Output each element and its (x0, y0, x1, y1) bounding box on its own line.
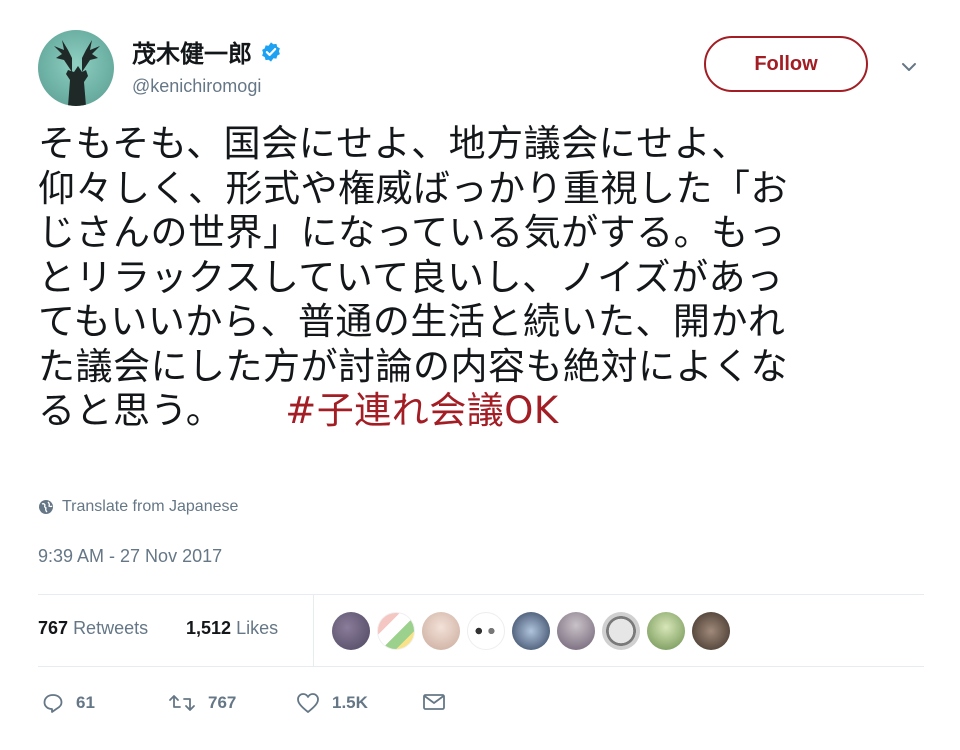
retweets-count: 767 (38, 618, 69, 638)
tweet-text-line: とリラックスしていて良いし、ノイズがあっ (38, 255, 784, 299)
timestamp[interactable]: 9:39 AM - 27 Nov 2017 (38, 546, 222, 567)
name-row: 茂木健一郎 (132, 34, 282, 69)
verified-badge-icon (262, 41, 280, 62)
tweet-text-line: てもいいから、普通の生活と続いた、開かれ (38, 300, 786, 343)
envelope-icon (423, 694, 445, 710)
globe-icon (39, 500, 53, 514)
retweet-count: 767 (208, 693, 237, 712)
liker-avatar[interactable] (647, 612, 685, 650)
display-name[interactable]: 茂木健一郎 (132, 34, 252, 69)
tweet-text: そもそも、国会にせよ、地方議会にせよ、 仰々しく、形式や権威ばっかり重視した「お… (38, 122, 918, 434)
retweets-label: Retweets (73, 618, 149, 638)
reply-icon (43, 694, 63, 713)
liker-avatar[interactable] (422, 612, 460, 650)
deer-silhouette-icon (54, 40, 100, 106)
user-handle[interactable]: @kenichiromogi (132, 76, 261, 97)
retweet-icon (169, 695, 195, 711)
like-button[interactable]: 1.5K (296, 692, 368, 714)
likes-label: Likes (236, 618, 279, 638)
reply-count: 61 (76, 693, 95, 712)
chevron-down-icon[interactable] (900, 58, 918, 76)
retweets-stat[interactable]: 767 Retweets (38, 618, 148, 639)
tweet-text-line: ると思う。 (38, 389, 224, 432)
likes-stat[interactable]: 1,512 Likes (186, 618, 278, 639)
tweet-text-line: 仰々しく、形式や権威ばっかり重視した「お (38, 166, 788, 210)
liker-avatar[interactable] (332, 612, 370, 650)
retweet-button[interactable]: 767 (168, 692, 236, 714)
likes-count: 1,512 (186, 618, 232, 638)
liker-avatar[interactable] (512, 612, 550, 650)
heart-icon (297, 693, 319, 713)
liker-avatar[interactable] (602, 612, 640, 650)
follow-button[interactable]: Follow (704, 36, 868, 92)
like-count: 1.5K (332, 693, 368, 712)
hashtag-link[interactable]: #子連れ会議OK (285, 389, 558, 432)
tweet: 茂木健一郎 @kenichiromogi Follow そもそも、国会にせよ、地… (38, 24, 924, 744)
translate-label: Translate from Japanese (62, 498, 239, 515)
liker-avatars (332, 612, 737, 650)
avatar[interactable] (38, 30, 114, 106)
tweet-text-line: じさんの世界」になっている気がする。もっ (38, 211, 787, 254)
tweet-text-last-line: ると思う。 #子連れ会議OK (38, 389, 918, 434)
tweet-text-line: そもそも、国会にせよ、地方議会にせよ、 (38, 122, 749, 165)
liker-avatar[interactable] (467, 612, 505, 650)
reply-button[interactable]: 61 (42, 692, 95, 714)
divider (38, 666, 924, 667)
liker-avatar[interactable] (692, 612, 730, 650)
tweet-stats: 767 Retweets 1,512 Likes (38, 594, 924, 666)
stats-separator (313, 594, 314, 666)
translate-link[interactable]: Translate from Japanese (38, 498, 238, 516)
liker-avatar[interactable] (557, 612, 595, 650)
direct-message-button[interactable] (422, 692, 458, 712)
liker-avatar[interactable] (377, 612, 415, 650)
tweet-text-line: た議会にした方が討論の内容も絶対によくな (38, 344, 788, 388)
tweet-actions: 61 767 1.5K (38, 692, 924, 732)
